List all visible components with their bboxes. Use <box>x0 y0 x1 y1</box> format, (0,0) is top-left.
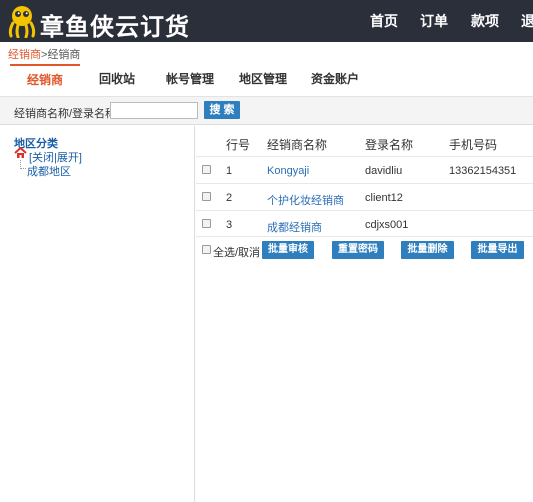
tab-recycle-bin[interactable]: 回收站 <box>82 64 152 94</box>
nav-orders[interactable]: 订单 <box>420 0 448 42</box>
login-name: davidliu <box>365 165 403 177</box>
col-header-dealer-name: 经销商名称 <box>267 138 328 152</box>
row-divider <box>196 183 533 184</box>
dealer-name-link[interactable]: 个护化妆经销商 <box>267 192 344 208</box>
tree-connector <box>20 160 26 169</box>
login-name: cdjxs001 <box>365 219 409 231</box>
search-input[interactable] <box>110 102 198 119</box>
breadcrumb: 经销商>经销商 <box>8 46 80 62</box>
row-divider <box>196 236 533 237</box>
tab-bar: 经销商 回收站 帐号管理 地区管理 资金账户 <box>0 62 533 96</box>
dealer-name-link[interactable]: Kongyaji <box>267 165 309 177</box>
col-header-phone: 手机号码 <box>449 138 498 152</box>
dealer-name-link[interactable]: 成都经销商 <box>267 219 322 235</box>
search-bar: 经销商名称/登录名称： 搜 索 <box>0 97 533 125</box>
row-checkbox[interactable] <box>202 219 211 228</box>
row-checkbox[interactable] <box>202 165 211 174</box>
nav-payments[interactable]: 款项 <box>471 0 499 42</box>
region-tree-panel: 地区分类 [关闭|展开] 成都地区 <box>0 126 195 502</box>
tab-region-management[interactable]: 地区管理 <box>228 64 298 94</box>
row-divider <box>196 210 533 211</box>
reset-password-button[interactable]: 重置密码 <box>332 241 384 259</box>
header-divider <box>196 156 533 157</box>
batch-approve-button[interactable]: 批量审核 <box>262 241 314 259</box>
tree-node-chengdu[interactable]: 成都地区 <box>27 163 71 179</box>
tab-fund-account[interactable]: 资金账户 <box>300 64 370 94</box>
nav-home[interactable]: 首页 <box>370 0 398 42</box>
top-header: 章鱼侠云订货 首页 订单 款项 退 <box>0 0 533 42</box>
search-button[interactable]: 搜 索 <box>204 101 240 119</box>
select-all-label[interactable]: 全选/取消 <box>213 244 260 260</box>
col-header-row-number: 行号 <box>226 138 251 152</box>
home-icon <box>14 147 27 158</box>
tab-account-management[interactable]: 帐号管理 <box>154 64 226 94</box>
breadcrumb-current: 经销商 <box>47 49 81 61</box>
brand-name[interactable]: 章鱼侠云订货 <box>40 7 190 42</box>
row-number: 1 <box>226 165 233 177</box>
batch-export-button[interactable]: 批量导出 <box>471 241 524 259</box>
tab-dealers[interactable]: 经销商 <box>10 64 80 94</box>
row-checkbox[interactable] <box>202 192 211 201</box>
batch-delete-button[interactable]: 批量删除 <box>401 241 454 259</box>
octopus-logo-icon[interactable] <box>6 4 38 38</box>
row-number: 2 <box>226 192 233 204</box>
breadcrumb-link[interactable]: 经销商 <box>8 49 41 61</box>
select-all-checkbox[interactable] <box>202 245 211 254</box>
phone-number: 13362154351 <box>449 165 517 177</box>
row-number: 3 <box>226 219 233 231</box>
login-name: client12 <box>365 192 403 204</box>
col-header-login-name: 登录名称 <box>365 138 414 152</box>
nav-logout[interactable]: 退 <box>521 0 533 42</box>
